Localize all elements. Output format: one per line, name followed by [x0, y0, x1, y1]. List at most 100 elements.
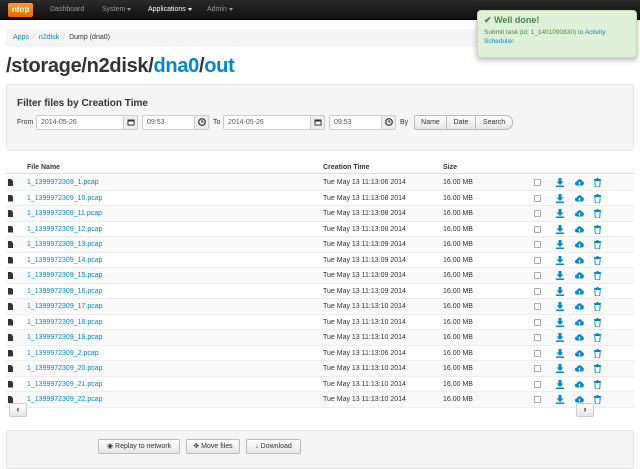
file-name-link[interactable]: 1_1399972309_10.pcap [27, 191, 103, 206]
download-icon[interactable] [556, 240, 564, 249]
row-checkbox[interactable] [534, 334, 541, 341]
file-name-link[interactable]: 1_1399972309_22.pcap [27, 392, 103, 407]
file-name-link[interactable]: 1_1399972309_18.pcap [27, 315, 103, 330]
file-name-link[interactable]: 1_1399972309_20.pcap [27, 361, 103, 376]
row-checkbox[interactable] [534, 365, 541, 372]
row-checkbox[interactable] [534, 303, 541, 310]
cloud-upload-icon[interactable] [575, 349, 584, 358]
row-checkbox[interactable] [534, 179, 541, 186]
nav-applications[interactable]: Applications [148, 0, 192, 20]
trash-icon[interactable] [594, 224, 601, 234]
cloud-upload-icon[interactable] [575, 209, 584, 218]
cloud-upload-icon[interactable] [575, 178, 584, 187]
cloud-upload-icon[interactable] [575, 318, 584, 327]
trash-icon[interactable] [594, 209, 601, 218]
download-icon[interactable] [556, 286, 564, 296]
row-checkbox[interactable] [534, 241, 541, 248]
download-icon[interactable] [556, 348, 564, 358]
to-date-input[interactable]: 2014-05-26 [223, 115, 311, 130]
download-icon[interactable] [556, 395, 564, 404]
cloud-upload-icon[interactable] [575, 240, 584, 249]
calendar-icon[interactable] [311, 115, 325, 130]
row-checkbox[interactable] [534, 318, 541, 326]
trash-icon[interactable] [594, 395, 601, 404]
cloud-upload-icon[interactable] [575, 380, 584, 389]
row-checkbox[interactable] [534, 272, 541, 279]
cloud-upload-icon[interactable] [575, 302, 584, 311]
file-name-link[interactable]: 1_1399972309_1.pcap [27, 175, 99, 190]
row-checkbox[interactable] [534, 256, 541, 264]
file-name-link[interactable]: 1_1399972309_11.pcap [27, 206, 102, 221]
trash-icon[interactable] [594, 271, 601, 280]
trash-icon[interactable] [594, 193, 601, 203]
clock-icon[interactable] [382, 115, 396, 130]
move-files-button[interactable]: ✥ Move files [186, 439, 240, 454]
cloud-upload-icon[interactable] [575, 256, 584, 265]
file-name-link[interactable]: 1_1399972309_2.pcap [27, 346, 99, 361]
file-name-link[interactable]: 1_1399972309_13.pcap [27, 237, 103, 252]
download-icon[interactable] [556, 209, 564, 218]
file-name-link[interactable]: 1_1399972309_15.pcap [27, 268, 103, 283]
download-icon[interactable] [556, 224, 564, 234]
replay-to-network-button[interactable]: ◉ Replay to network [98, 439, 180, 454]
row-checkbox[interactable] [534, 225, 541, 233]
download-icon[interactable] [556, 317, 564, 327]
trash-icon[interactable] [594, 302, 601, 311]
search-button[interactable]: Search [476, 115, 513, 130]
trash-icon[interactable] [594, 317, 601, 327]
to-time-input[interactable]: 09:53 [329, 115, 382, 130]
download-icon[interactable] [556, 193, 564, 203]
download-button[interactable]: ↓ Download [246, 439, 301, 454]
trash-icon[interactable] [594, 333, 601, 342]
nav-admin[interactable]: Admin [207, 0, 233, 20]
trash-icon[interactable] [594, 255, 601, 265]
nav-system[interactable]: System [102, 0, 132, 20]
breadcrumb-n2disk[interactable]: n2disk [39, 34, 59, 41]
row-checkbox[interactable] [534, 210, 541, 217]
row-checkbox[interactable] [534, 396, 541, 403]
file-name-link[interactable]: 1_1399972309_21.pcap [27, 377, 103, 392]
prev-page-button[interactable]: ‹ [9, 403, 27, 417]
calendar-icon[interactable] [124, 115, 138, 130]
download-icon[interactable] [556, 255, 564, 265]
trash-icon[interactable] [594, 286, 601, 296]
trash-icon[interactable] [594, 178, 601, 187]
row-checkbox[interactable] [534, 380, 541, 388]
success-notification[interactable]: ✔ Well done! Submit task (id: 1_14010908… [477, 10, 637, 58]
next-page-button[interactable]: › [576, 403, 594, 417]
sort-by-name-button[interactable]: Name [414, 115, 447, 130]
from-date-input[interactable]: 2014-05-26 [36, 115, 124, 130]
download-icon[interactable] [556, 271, 564, 280]
download-icon[interactable] [556, 364, 564, 373]
col-file-name[interactable]: File Name [27, 164, 60, 171]
row-checkbox[interactable] [534, 287, 541, 295]
ntop-logo[interactable]: ntop [8, 3, 34, 17]
download-icon[interactable] [556, 333, 564, 342]
col-size[interactable]: Size [443, 164, 457, 171]
trash-icon[interactable] [594, 364, 601, 373]
row-checkbox[interactable] [534, 349, 541, 357]
download-icon[interactable] [556, 178, 564, 187]
row-checkbox[interactable] [534, 194, 541, 202]
trash-icon[interactable] [594, 379, 601, 389]
cloud-upload-icon[interactable] [575, 225, 584, 234]
cloud-upload-icon[interactable] [575, 364, 584, 373]
file-name-link[interactable]: 1_1399972309_17.pcap [27, 299, 103, 314]
file-name-link[interactable]: 1_1399972309_12.pcap [27, 222, 103, 237]
file-name-link[interactable]: 1_1399972309_16.pcap [27, 284, 103, 299]
trash-icon[interactable] [594, 240, 601, 249]
cloud-upload-icon[interactable] [575, 194, 584, 203]
file-name-link[interactable]: 1_1399972309_14.pcap [27, 253, 103, 268]
clock-icon[interactable] [195, 115, 209, 130]
sort-by-date-button[interactable]: Date [447, 115, 476, 130]
cloud-upload-icon[interactable] [575, 287, 584, 296]
trash-icon[interactable] [594, 348, 601, 358]
col-creation-time[interactable]: Creation Time [323, 164, 370, 171]
title-link-out[interactable]: out [204, 55, 235, 77]
download-icon[interactable] [556, 302, 564, 311]
download-icon[interactable] [556, 379, 564, 389]
title-link-dna0[interactable]: dna0 [153, 55, 199, 77]
breadcrumb-apps[interactable]: Apps [13, 34, 29, 41]
cloud-upload-icon[interactable] [575, 333, 584, 342]
nav-dashboard[interactable]: Dashboard [50, 0, 84, 20]
